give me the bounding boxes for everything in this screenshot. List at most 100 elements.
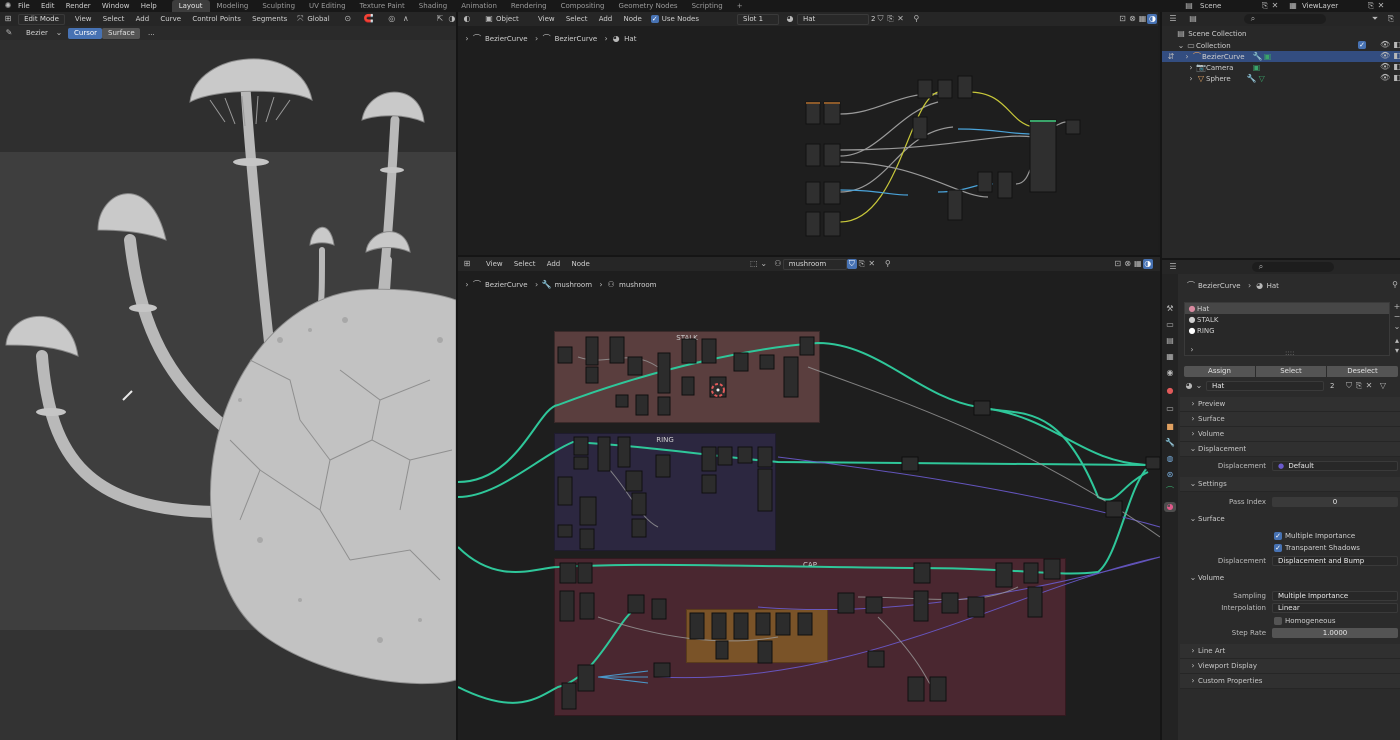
tab-geometry-nodes[interactable]: Geometry Nodes [612, 0, 685, 12]
camera-render-icon[interactable]: ◧ [1392, 51, 1400, 61]
new-view-layer-icon[interactable]: ⎘ [1366, 1, 1376, 11]
breadcrumb-object[interactable]: BezierCurve [485, 35, 528, 43]
outliner-item-beziercurve[interactable]: ⇵ › ⌒ BezierCurve 🔧 ▣ 👁 ◧ [1162, 51, 1400, 62]
outliner-item-collection[interactable]: ⌄ ▭ Collection ✓ 👁 ◧ [1176, 40, 1400, 51]
node-menu-view[interactable]: View [538, 15, 555, 23]
display-mode-icon[interactable]: ▤ [1188, 14, 1198, 24]
tab-rendering[interactable]: Rendering [504, 0, 554, 12]
unlink-material-icon[interactable]: ✕ [1364, 381, 1374, 391]
backdrop-icon[interactable]: ⊗ [1127, 14, 1137, 24]
material-slot-stalk[interactable]: ● STALK [1185, 314, 1389, 325]
list-resize-handle[interactable]: :::: [1285, 349, 1294, 357]
view-layer-tab-icon[interactable]: ▦ [1165, 352, 1175, 362]
surface-subpanel[interactable]: ⌄ Surface [1188, 513, 1225, 525]
panel-custom-properties[interactable]: › Custom Properties [1180, 674, 1400, 689]
bottom-node-graph[interactable] [458, 257, 1160, 740]
tool-tab-icon[interactable]: ⚒ [1165, 304, 1175, 314]
tab-layout[interactable]: Layout [171, 0, 210, 12]
material-tab-icon[interactable]: ◕ [1164, 502, 1176, 512]
chevron-right-icon[interactable]: › [1187, 345, 1197, 355]
chevron-down-icon[interactable]: ⌄ [1194, 381, 1204, 391]
scene-selector[interactable]: Scene [1200, 2, 1260, 10]
tab-texture-paint[interactable]: Texture Paint [353, 0, 412, 12]
viewport-menu-segments[interactable]: Segments [252, 15, 287, 23]
material-slot-list[interactable]: ● Hat ● STALK ● RING › :::: [1184, 302, 1390, 357]
interpolation-select[interactable]: Linear [1272, 603, 1398, 613]
overlays-icon[interactable]: ◑ [448, 14, 456, 24]
filter-icon[interactable]: ⏷ [1370, 14, 1380, 24]
modifier-tab-icon[interactable]: 🔧 [1165, 438, 1175, 448]
snap-icon[interactable]: ⊡ [1117, 14, 1127, 24]
select-button[interactable]: Select [1256, 366, 1326, 377]
menu-edit[interactable]: Edit [41, 2, 55, 10]
depth-surface-button[interactable]: Surface [102, 27, 140, 39]
delete-scene-icon[interactable]: ✕ [1270, 1, 1280, 11]
move-up-icon[interactable]: ▴ [1392, 336, 1400, 346]
material-slot-hat[interactable]: ● Hat [1185, 303, 1389, 314]
unlink-material-icon[interactable]: ✕ [895, 14, 905, 24]
duplicate-material-icon[interactable]: ⎘ [1354, 381, 1364, 391]
node-menu-node[interactable]: Node [624, 15, 642, 23]
depth-cursor-button[interactable]: Cursor [68, 27, 102, 39]
modifier-icon[interactable]: 🔧 [1247, 74, 1257, 84]
eye-icon[interactable]: 👁 [1380, 40, 1390, 50]
multiple-importance-checkbox[interactable]: ✓ [1274, 532, 1282, 540]
tool-type-selector[interactable]: Bezier [26, 29, 54, 37]
viewport-menu-add[interactable]: Add [136, 15, 150, 23]
editor-type-icon[interactable]: ☰ [1168, 262, 1178, 272]
editor-type-icon[interactable]: ☰ [1168, 14, 1178, 24]
menu-render[interactable]: Render [66, 2, 91, 10]
overlays-icon[interactable]: ◑ [1147, 14, 1158, 24]
tab-compositing[interactable]: Compositing [554, 0, 612, 12]
panel-line-art[interactable]: › Line Art [1180, 644, 1400, 659]
node-menu-add[interactable]: Add [599, 15, 613, 23]
tab-uv-editing[interactable]: UV Editing [302, 0, 353, 12]
pivot-icon[interactable]: ⊙ [344, 14, 352, 24]
menu-help[interactable]: Help [141, 2, 157, 10]
edit-mode-icon[interactable]: ⇵ [1166, 52, 1176, 62]
link-mode-icon[interactable]: ▽ [1378, 381, 1388, 391]
modifier-icon[interactable]: 🔧 [1253, 52, 1263, 62]
transform-orientation-selector[interactable]: Global [307, 15, 329, 23]
panel-surface[interactable]: › Surface [1180, 412, 1400, 427]
homogeneous-row[interactable]: Homogeneous [1274, 615, 1336, 627]
material-browse-icon[interactable]: ◕ [1184, 381, 1194, 391]
panel-preview[interactable]: › Preview [1180, 397, 1400, 412]
chevron-down-icon[interactable]: › [462, 34, 472, 44]
tool-type-chevron-icon[interactable]: ⌄ [54, 28, 64, 38]
blender-logo-icon[interactable]: ✺ [3, 1, 13, 11]
multiple-importance-row[interactable]: ✓ Multiple Importance [1274, 530, 1355, 542]
remove-slot-icon[interactable]: − [1392, 312, 1400, 322]
panel-settings[interactable]: ⌄ Settings [1180, 477, 1400, 492]
duplicate-material-icon[interactable]: ⎘ [885, 14, 895, 24]
tab-sculpting[interactable]: Sculpting [255, 0, 302, 12]
outliner-item-camera[interactable]: › 📷 Camera ▣ 👁 ◧ [1186, 62, 1400, 73]
shader-editor-top[interactable]: ◐ ▣ Object View Select Add Node ✓ Use No… [458, 12, 1158, 255]
fake-user-icon[interactable]: ⛉ [875, 14, 885, 24]
shader-type-selector[interactable]: Object [496, 15, 534, 23]
add-workspace-button[interactable]: + [730, 0, 750, 12]
editor-type-icon[interactable]: ◐ [462, 14, 472, 24]
falloff-icon[interactable]: ∧ [402, 14, 410, 24]
panel-displacement[interactable]: ⌄ Displacement [1180, 442, 1400, 457]
material-slot-ring[interactable]: ● RING [1185, 325, 1389, 336]
new-collection-icon[interactable]: ⎘ [1386, 14, 1396, 24]
top-node-graph[interactable] [798, 72, 1088, 247]
view-layer-selector[interactable]: ViewLayer [1302, 2, 1366, 10]
snap-icon[interactable]: 🧲 [364, 14, 374, 24]
panel-volume[interactable]: › Volume [1180, 427, 1400, 442]
data-tab-icon[interactable]: ⌒ [1165, 486, 1175, 496]
proportional-edit-icon[interactable]: ◎ [388, 14, 396, 24]
delete-view-layer-icon[interactable]: ✕ [1376, 1, 1386, 11]
eye-icon[interactable]: 👁 [1380, 62, 1390, 72]
eye-icon[interactable]: 👁 [1380, 51, 1390, 61]
exclude-checkbox[interactable]: ✓ [1358, 41, 1366, 49]
curve-data-icon[interactable]: ▣ [1263, 52, 1273, 62]
camera-render-icon[interactable]: ◧ [1392, 40, 1400, 50]
eye-icon[interactable]: 👁 [1380, 73, 1390, 83]
new-scene-icon[interactable]: ⎘ [1260, 1, 1270, 11]
camera-render-icon[interactable]: ◧ [1392, 73, 1400, 83]
move-down-icon[interactable]: ▾ [1392, 346, 1400, 356]
tab-scripting[interactable]: Scripting [685, 0, 730, 12]
pin-icon[interactable]: ⚲ [1390, 280, 1400, 290]
